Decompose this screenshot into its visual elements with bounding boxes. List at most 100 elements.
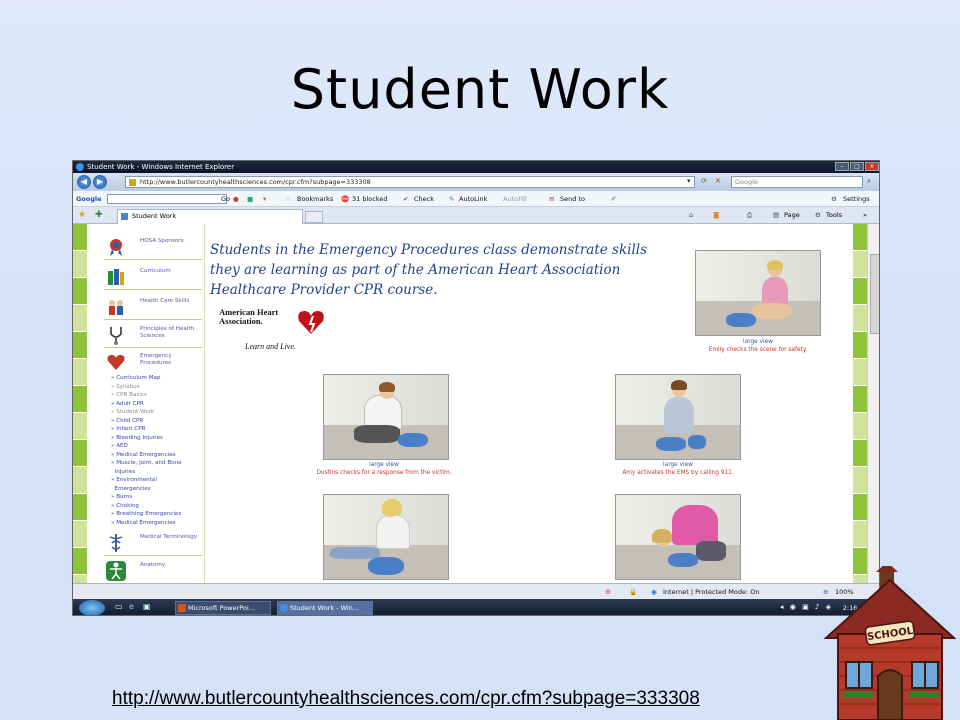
tab-label: Student Work: [132, 212, 177, 220]
add-favorites-icon[interactable]: ✚: [95, 207, 103, 224]
nav-item-health-care-skills[interactable]: Health Care Skills: [104, 294, 202, 320]
new-tab-button[interactable]: [305, 211, 323, 223]
subnav-item[interactable]: » Breathing Emergencies: [111, 510, 205, 519]
subnav-item[interactable]: » Syllabus: [111, 383, 205, 392]
tools-menu[interactable]: Tools: [826, 207, 842, 224]
large-view-link-3[interactable]: large view: [583, 461, 773, 469]
pagerank-icon[interactable]: ●: [233, 191, 239, 207]
start-button[interactable]: [79, 600, 105, 615]
stripe-block: [853, 224, 867, 251]
stop-icon[interactable]: ✕: [715, 177, 721, 185]
stripe-block: [73, 386, 87, 413]
dropdown-arrow-icon[interactable]: ▾: [687, 177, 691, 185]
highlight-icon[interactable]: ✐: [611, 191, 616, 207]
subnav-item[interactable]: » Burns: [111, 493, 205, 502]
google-logo: Google: [76, 195, 102, 203]
nav-item-emergency-procedures[interactable]: Emergency Procedures: [104, 349, 202, 375]
vertical-scrollbar[interactable]: [867, 224, 879, 583]
left-stripe: [73, 224, 87, 602]
subnav-item[interactable]: » Infant CPR: [111, 425, 205, 434]
favorites-star-icon[interactable]: ★: [78, 207, 86, 224]
star-icon: ☆: [285, 195, 291, 203]
address-field[interactable]: http://www.butlercountyhealthsciences.co…: [125, 176, 695, 188]
send-to-button[interactable]: Send to: [560, 191, 585, 207]
news-icon[interactable]: ■: [247, 191, 253, 207]
nav-item-curriculum[interactable]: Curriculum: [104, 264, 202, 290]
photo-emily[interactable]: [695, 250, 821, 336]
large-view-link-1[interactable]: large view: [663, 338, 853, 346]
address-bar-row: ◀ ▶ http://www.butlercountyhealthscience…: [73, 173, 879, 191]
bookmarks-button[interactable]: Bookmarks: [297, 191, 333, 207]
subnav-item[interactable]: » Muscle, Joint, and Bone: [111, 459, 205, 468]
autolink-button[interactable]: AutoLink: [459, 191, 487, 207]
footer-url-link[interactable]: http://www.butlercountyhealthsciences.co…: [112, 688, 700, 710]
nav-item-hosa-sponsors[interactable]: HOSA Sponsors: [104, 234, 202, 260]
books-icon: [106, 267, 126, 287]
google-search-box[interactable]: [107, 194, 227, 204]
chevron-right-icon[interactable]: »: [863, 207, 867, 224]
feeds-icon[interactable]: ◙: [713, 207, 719, 224]
caption-amy: large view Amy activates the EMS by call…: [583, 461, 773, 477]
nav-item-principles[interactable]: Principles of Health Sciences: [104, 322, 202, 348]
stripe-block: [853, 494, 867, 521]
status-bar: ⚙ 🔒 ◉ Internet | Protected Mode: On ⊕ 10…: [73, 583, 879, 599]
subnav-item[interactable]: » Adult CPR: [111, 400, 205, 409]
internet-globe-icon: ◉: [651, 588, 657, 596]
subnav-item[interactable]: Emergencies: [111, 485, 205, 494]
tab-page-icon: [121, 213, 128, 220]
refresh-icon[interactable]: ⟳: [701, 177, 707, 185]
page-heading: Students in the Emergency Procedures cla…: [210, 242, 648, 298]
subnav-item[interactable]: » Bleeding Injuries: [111, 434, 205, 443]
subnav-item[interactable]: » Student Work: [111, 408, 205, 417]
subnav-item[interactable]: » Curriculum Map: [111, 374, 205, 383]
print-icon[interactable]: ⎙: [747, 207, 752, 224]
scrollbar-thumb[interactable]: [870, 254, 879, 334]
stripe-block: [853, 521, 867, 548]
photo-student-5[interactable]: [615, 494, 741, 580]
check-button[interactable]: Check: [414, 191, 434, 207]
subnav-item[interactable]: » CPR Basics: [111, 391, 205, 400]
photo-dustin[interactable]: [323, 374, 449, 460]
settings-button[interactable]: Settings: [843, 191, 870, 207]
close-button[interactable]: ×: [865, 162, 879, 171]
large-view-link-2[interactable]: large view: [289, 461, 479, 469]
forward-button[interactable]: ▶: [93, 175, 107, 189]
toolbar-menu-icon[interactable]: ▾: [263, 191, 266, 207]
aha-logo: American Heart Association. Learn and Li…: [219, 308, 329, 356]
subnav-item[interactable]: » Child CPR: [111, 417, 205, 426]
nav-item-medical-terminology[interactable]: Medical Terminology: [104, 530, 202, 556]
show-desktop-icon[interactable]: ▭: [115, 602, 123, 611]
home-icon[interactable]: ⌂: [689, 207, 693, 224]
search-input[interactable]: Google: [731, 176, 863, 188]
emergency-subnav: » Curriculum Map» Syllabus» CPR Basics» …: [111, 374, 205, 527]
right-stripe: [853, 224, 867, 602]
stripe-block: [73, 521, 87, 548]
page-menu[interactable]: Page: [784, 207, 800, 224]
caption-text-3: Amy activates the EMS by calling 911.: [622, 470, 734, 476]
photo-amy[interactable]: [615, 374, 741, 460]
minimize-button[interactable]: –: [835, 162, 849, 171]
subnav-item[interactable]: » Medical Emergencies: [111, 519, 205, 528]
search-icon[interactable]: ⌕: [867, 177, 871, 186]
subnav-item[interactable]: » AED: [111, 442, 205, 451]
heart-icon: [106, 352, 126, 372]
back-button[interactable]: ◀: [77, 175, 91, 189]
go-button[interactable]: Go: [221, 191, 230, 207]
taskbar-ie-window[interactable]: Student Work - Win...: [277, 601, 373, 615]
popup-blocked-button[interactable]: 31 blocked: [352, 191, 387, 207]
page-menu-icon: ▤: [773, 211, 780, 219]
left-navigation: HOSA Sponsors Curriculum Health Care Ski…: [101, 224, 205, 583]
subnav-item[interactable]: » Environmental: [111, 476, 205, 485]
ie-quicklaunch-icon[interactable]: e: [129, 602, 134, 611]
taskbar-powerpoint[interactable]: Microsoft PowerPoi...: [175, 601, 271, 615]
tab-student-work[interactable]: Student Work: [117, 209, 303, 224]
photo-student-4[interactable]: [323, 494, 449, 580]
subnav-item[interactable]: » Choking: [111, 502, 205, 511]
maximize-button[interactable]: □: [850, 162, 864, 171]
stripe-block: [853, 278, 867, 305]
autofill-button[interactable]: AutoFill: [503, 191, 527, 207]
subnav-item[interactable]: Injuries: [111, 468, 205, 477]
switch-windows-icon[interactable]: ▣: [143, 602, 151, 611]
subnav-item[interactable]: » Medical Emergencies: [111, 451, 205, 460]
nav-item-anatomy[interactable]: Anatomy: [104, 558, 202, 584]
